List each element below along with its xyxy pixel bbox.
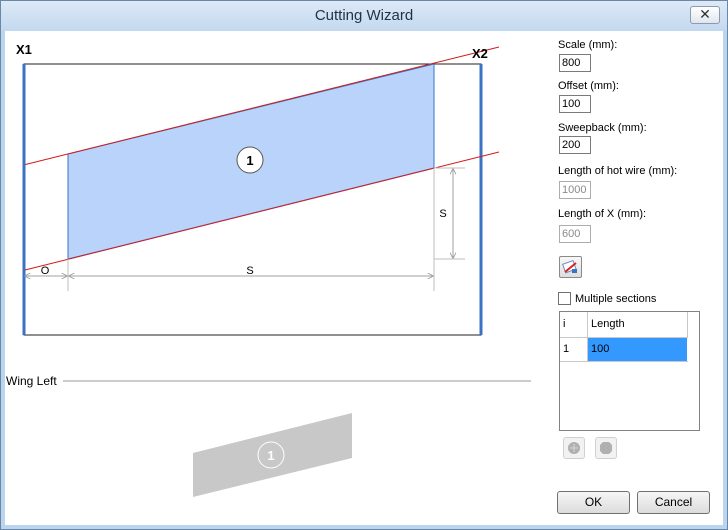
remove-section-icon [600,442,612,454]
close-button[interactable]: ✕ [690,6,720,24]
cutting-wizard-window: Cutting Wizard ✕ X1 X2 1 O S S Wing Left… [0,0,728,530]
length-of-x-label: Length of X (mm): [558,208,647,220]
column-header-length[interactable]: Length [588,312,688,337]
multiple-sections-label: Multiple sections [575,293,657,305]
x1-label: X1 [16,42,32,57]
add-section-button[interactable] [563,437,585,459]
x2-label: X2 [472,46,488,61]
multiple-sections-checkbox[interactable] [558,292,571,305]
dialog-client-area: X1 X2 1 O S S Wing Left 1 Scale (mm): 80… [5,31,723,525]
span-dim-label: S [246,265,253,277]
add-section-icon [568,442,580,454]
scale-field[interactable]: 800 [559,54,591,72]
ok-button[interactable]: OK [557,491,630,514]
offset-dim-label: O [41,265,50,277]
wizard-tool-icon [562,259,577,274]
offset-field[interactable]: 100 [559,95,591,113]
sweepback-field[interactable]: 200 [559,136,591,154]
wing-preview: 1 [63,380,531,497]
section-number-label: 1 [246,153,253,168]
cutting-diagram: X1 X2 1 O S S [16,42,500,336]
preview-section-label: 1 [267,448,274,463]
column-header-index[interactable]: i [560,312,588,337]
apply-wizard-button[interactable] [559,256,582,278]
hot-wire-length-label: Length of hot wire (mm): [558,165,678,177]
sweep-dim-label: S [439,208,446,220]
window-title: Cutting Wizard [314,7,414,24]
hot-wire-length-field: 1000 [559,181,591,199]
row-length-cell[interactable]: 100 [588,338,687,361]
table-row[interactable]: 1 100 [560,338,688,362]
length-of-x-field: 600 [559,225,591,243]
sweepback-label: Sweepback (mm): [558,122,647,134]
cancel-button[interactable]: Cancel [637,491,710,514]
sections-table[interactable]: i Length 1 100 [559,311,700,431]
table-header: i Length [560,312,688,338]
offset-label: Offset (mm): [558,80,619,92]
scale-label: Scale (mm): [558,39,618,51]
title-bar: Cutting Wizard ✕ [1,1,727,31]
remove-section-button[interactable] [595,437,617,459]
row-index-cell: 1 [560,338,588,361]
